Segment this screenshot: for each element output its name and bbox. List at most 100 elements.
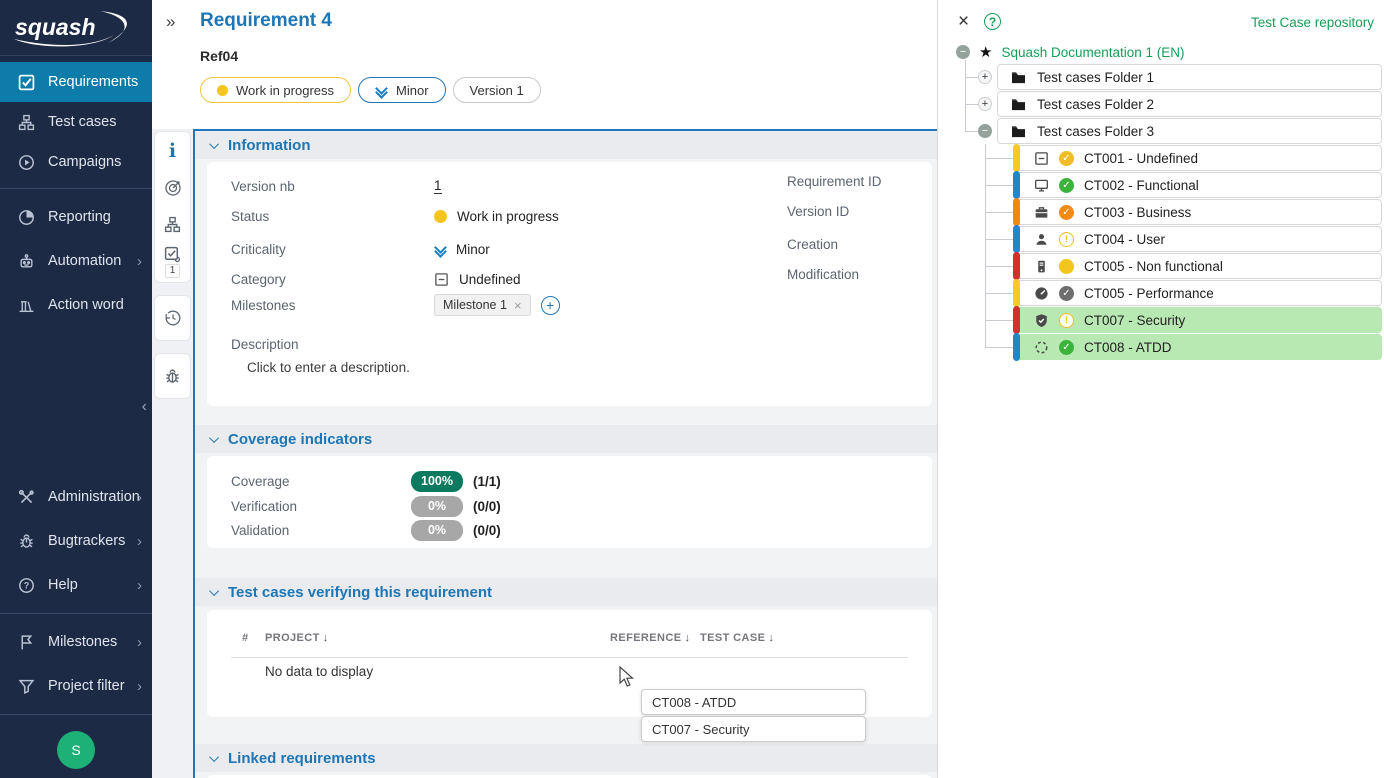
sidebar-item-project-filter[interactable]: Project filter ›: [0, 664, 152, 708]
tab-information[interactable]: i: [155, 132, 190, 170]
description-placeholder[interactable]: Click to enter a description.: [247, 360, 410, 375]
sidebar-item-test-cases[interactable]: Test cases: [0, 102, 152, 142]
sidebar-item-administration[interactable]: Administration ›: [0, 475, 152, 519]
status-check-green-icon: ✓: [1059, 178, 1074, 193]
tree-test-case-row: ✓ CT001 - Undefined: [1013, 145, 1382, 171]
sidebar-item-campaigns[interactable]: Campaigns: [0, 142, 152, 182]
sidebar-item-label: Bugtrackers: [48, 533, 125, 549]
sidebar-item-action-word[interactable]: Action word: [0, 283, 152, 327]
sidebar-item-automation[interactable]: Automation ›: [0, 239, 152, 283]
section-information[interactable]: Information: [195, 131, 937, 159]
svg-text:squash: squash: [15, 14, 96, 40]
test-case-repository-panel: × ? Test Case repository − ★ Squash Docu…: [937, 0, 1384, 778]
folder-test-cases-folder-1[interactable]: Test cases Folder 1: [997, 64, 1382, 90]
version-nb-value[interactable]: 1: [434, 178, 442, 194]
column-reference[interactable]: REFERENCE↓: [610, 632, 690, 644]
history-clock-icon: [164, 309, 182, 327]
tab-coverage-target[interactable]: [155, 170, 190, 206]
gauge-icon: [1033, 285, 1049, 301]
expand-node-icon[interactable]: +: [978, 70, 992, 84]
version-pill[interactable]: Version 1: [453, 77, 541, 103]
status-dot-icon: [217, 85, 228, 96]
tree-folder-row: + Test cases Folder 1: [978, 64, 1382, 90]
test-case-ct004-user[interactable]: ! CT004 - User: [1013, 226, 1382, 252]
bug-icon: [164, 368, 181, 385]
sidebar-item-requirements[interactable]: Requirements: [0, 62, 152, 102]
tab-history[interactable]: [155, 296, 190, 340]
status-check-yellow-icon: ✓: [1059, 151, 1074, 166]
test-case-ct005-non-functional[interactable]: CT005 - Non functional: [1013, 253, 1382, 279]
sidebar-item-bugtrackers[interactable]: Bugtrackers ›: [0, 519, 152, 563]
status-dot-icon: [434, 210, 447, 223]
requirement-header: » Requirement 4 Ref04 Work in progress M…: [152, 0, 937, 129]
add-milestone-icon[interactable]: +: [541, 296, 560, 315]
section-coverage[interactable]: Coverage indicators: [195, 425, 937, 453]
test-case-ct005-performance[interactable]: ✓ CT005 - Performance: [1013, 280, 1382, 306]
tab-bugs[interactable]: [155, 354, 190, 398]
collapse-node-icon[interactable]: −: [978, 124, 992, 138]
collapse-sidebar-icon[interactable]: ‹: [142, 398, 147, 416]
status-pill[interactable]: Work in progress: [200, 77, 351, 103]
sidebar-item-milestones[interactable]: Milestones ›: [0, 620, 152, 664]
tab-hierarchy[interactable]: [155, 206, 190, 242]
test-case-ct002-functional[interactable]: ✓ CT002 - Functional: [1013, 172, 1382, 198]
sidebar-item-reporting[interactable]: Reporting: [0, 195, 152, 239]
sidebar-item-label: Project filter: [48, 678, 125, 694]
folder-test-cases-folder-3[interactable]: Test cases Folder 3: [997, 118, 1382, 144]
reporting-pie-icon: [16, 207, 36, 227]
version-id-label: Version ID: [787, 204, 849, 219]
briefcase-icon: [1033, 204, 1049, 220]
test-case-ct003-business[interactable]: ✓ CT003 - Business: [1013, 199, 1382, 225]
expand-node-icon[interactable]: +: [978, 97, 992, 111]
table-header-divider: [231, 657, 908, 658]
sidebar-item-help[interactable]: ? Help ›: [0, 563, 152, 607]
column-test-case[interactable]: TEST CASE↓: [700, 632, 774, 644]
milestone-chip[interactable]: Milestone 1 ×: [434, 294, 531, 316]
device-icon: [1033, 258, 1049, 274]
column-project[interactable]: PROJECT↓: [265, 632, 329, 644]
section-linked-requirements[interactable]: Linked requirements: [195, 744, 937, 772]
requirements-icon: [16, 72, 36, 92]
collapse-node-icon[interactable]: −: [956, 45, 970, 59]
drag-ghost-item: CT008 - ATDD: [641, 689, 866, 715]
criticality-value[interactable]: Minor: [456, 242, 490, 257]
tree-root-project[interactable]: − ★ Squash Documentation 1 (EN): [956, 42, 1185, 62]
tab-verifying-test-cases[interactable]: 1: [155, 242, 190, 282]
sort-down-icon: ↓: [323, 632, 329, 644]
information-icon: i: [169, 140, 176, 162]
chevron-right-icon: ›: [137, 253, 142, 270]
status-value[interactable]: Work in progress: [457, 209, 559, 224]
description-label: Description: [231, 337, 434, 352]
test-case-ct008-atdd[interactable]: ✓ CT008 - ATDD: [1013, 334, 1382, 360]
criticality-pill[interactable]: Minor: [358, 77, 446, 103]
folder-test-cases-folder-2[interactable]: Test cases Folder 2: [997, 91, 1382, 117]
category-label: Category: [231, 272, 434, 287]
remove-milestone-icon[interactable]: ×: [514, 298, 522, 313]
tree-test-case-row: ✓ CT008 - ATDD: [1013, 334, 1382, 360]
tree-connector: [985, 239, 1013, 240]
sidebar-divider: [0, 613, 152, 614]
expand-panel-icon[interactable]: »: [166, 12, 175, 32]
test-case-ct007-security[interactable]: ! CT007 - Security: [1013, 307, 1382, 333]
status-label: Status: [231, 209, 434, 224]
user-avatar[interactable]: S: [57, 731, 95, 769]
milestones-label: Milestones: [231, 298, 434, 313]
tree-test-case-row: ✓ CT003 - Business: [1013, 199, 1382, 225]
square-minus-icon: [434, 272, 449, 287]
tree-folder-row: + Test cases Folder 2: [978, 91, 1382, 117]
squash-logo[interactable]: squash: [0, 0, 152, 56]
verification-ratio: (0/0): [473, 499, 501, 514]
svg-text:?: ?: [23, 580, 29, 590]
project-label[interactable]: Squash Documentation 1 (EN): [1001, 45, 1184, 60]
validation-badge: 0%: [411, 520, 463, 541]
test-case-ct001-undefined[interactable]: ✓ CT001 - Undefined: [1013, 145, 1382, 171]
section-verifying-test-cases[interactable]: Test cases verifying this requirement: [195, 578, 937, 606]
tree-connector: [965, 60, 966, 131]
coverage-label: Coverage: [231, 474, 411, 489]
tree-connector: [985, 320, 1013, 321]
bugtrackers-bug-icon: [16, 531, 36, 551]
importance-bar: [1013, 333, 1020, 361]
category-value[interactable]: Undefined: [459, 272, 521, 287]
verification-badge: 0%: [411, 496, 463, 517]
requirement-content-panel: Information Version nb 1 Status Work in …: [193, 129, 937, 778]
